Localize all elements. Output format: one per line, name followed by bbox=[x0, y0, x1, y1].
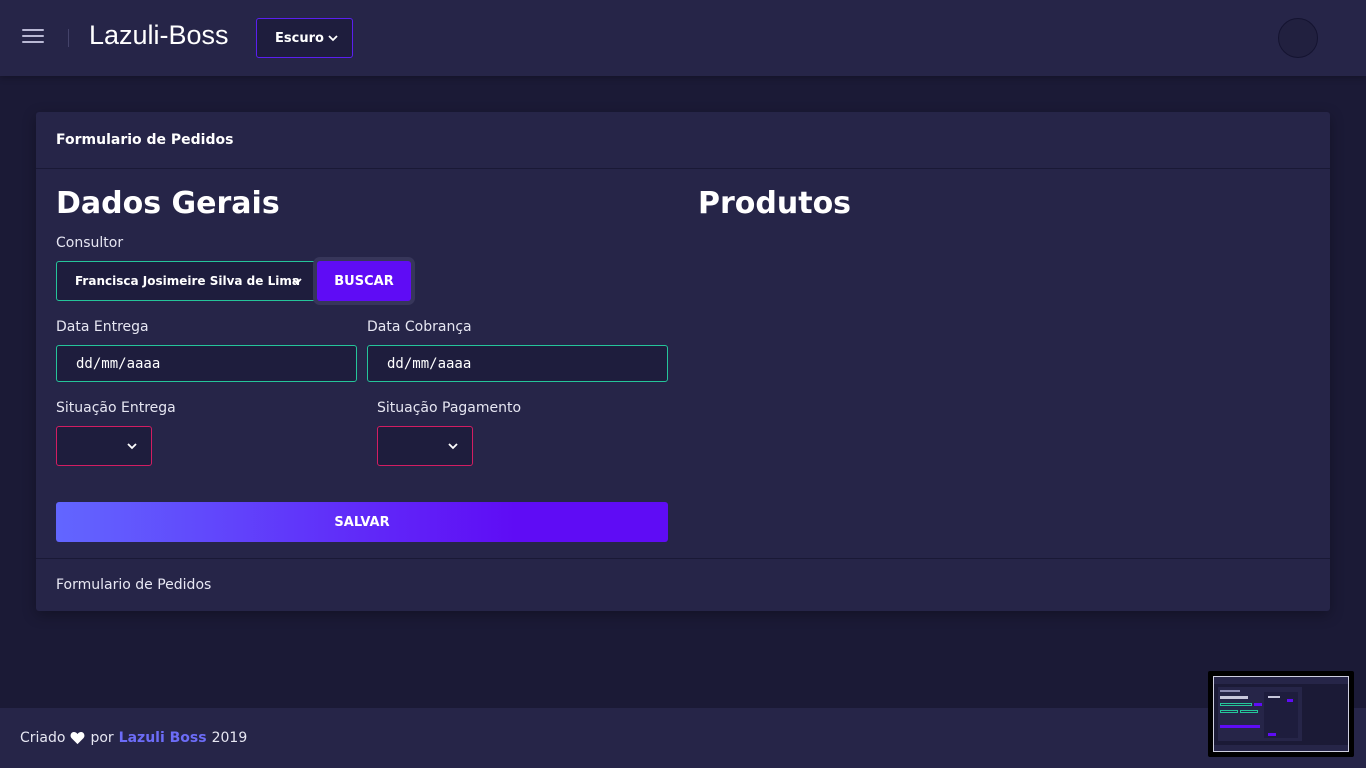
order-form-card: Formulario de Pedidos Dados Gerais Produ… bbox=[36, 112, 1330, 611]
page-footer: Criado por Lazuli Boss 2019 bbox=[0, 708, 1366, 768]
footer-year: 2019 bbox=[211, 730, 248, 746]
data-entrega-label: Data Entrega bbox=[56, 319, 149, 335]
card-header: Formulario de Pedidos bbox=[36, 112, 1330, 169]
situacao-entrega-select[interactable] bbox=[56, 426, 152, 466]
top-navbar: Lazuli-Boss Escuro bbox=[0, 0, 1366, 76]
chevron-down-icon bbox=[448, 443, 458, 450]
divider bbox=[68, 29, 69, 47]
situacao-pagamento-label: Situação Pagamento bbox=[377, 400, 522, 416]
heart-icon bbox=[71, 732, 85, 745]
theme-select[interactable]: Escuro bbox=[256, 18, 353, 58]
chevron-down-icon bbox=[127, 443, 137, 450]
footer-brand-link[interactable]: Lazuli Boss bbox=[119, 730, 207, 746]
screen-thumbnail bbox=[1208, 671, 1354, 757]
card-footer: Formulario de Pedidos bbox=[36, 558, 1330, 611]
consultor-select-value: Francisca Josimeire Silva de Lima bbox=[75, 274, 300, 288]
situacao-pagamento-select[interactable] bbox=[377, 426, 473, 466]
data-cobranca-label: Data Cobrança bbox=[367, 319, 472, 335]
footer-credit: Criado por Lazuli Boss 2019 bbox=[20, 730, 247, 746]
app-title: Lazuli-Boss bbox=[89, 20, 229, 50]
theme-select-value: Escuro bbox=[275, 30, 324, 46]
situacao-entrega-label: Situação Entrega bbox=[56, 400, 176, 416]
avatar[interactable] bbox=[1278, 18, 1318, 58]
card-footer-text: Formulario de Pedidos bbox=[56, 577, 212, 593]
consultor-select[interactable]: Francisca Josimeire Silva de Lima bbox=[56, 261, 317, 301]
footer-prefix: Criado bbox=[20, 730, 66, 746]
footer-por: por bbox=[90, 730, 114, 746]
hamburger-menu-icon[interactable] bbox=[22, 29, 46, 47]
consultor-label: Consultor bbox=[56, 235, 124, 251]
card-header-title: Formulario de Pedidos bbox=[56, 132, 234, 148]
section-title-produtos: Produtos bbox=[698, 186, 852, 221]
screen-thumbnail-preview bbox=[1213, 676, 1349, 752]
section-title-dados-gerais: Dados Gerais bbox=[56, 186, 280, 221]
data-cobranca-input[interactable]: dd/mm/aaaa bbox=[367, 345, 668, 382]
data-entrega-input[interactable]: dd/mm/aaaa bbox=[56, 345, 357, 382]
chevron-down-icon bbox=[328, 35, 338, 42]
buscar-button[interactable]: BUSCAR bbox=[317, 261, 411, 301]
salvar-button[interactable]: SALVAR bbox=[56, 502, 668, 542]
chevron-down-icon bbox=[292, 278, 302, 285]
